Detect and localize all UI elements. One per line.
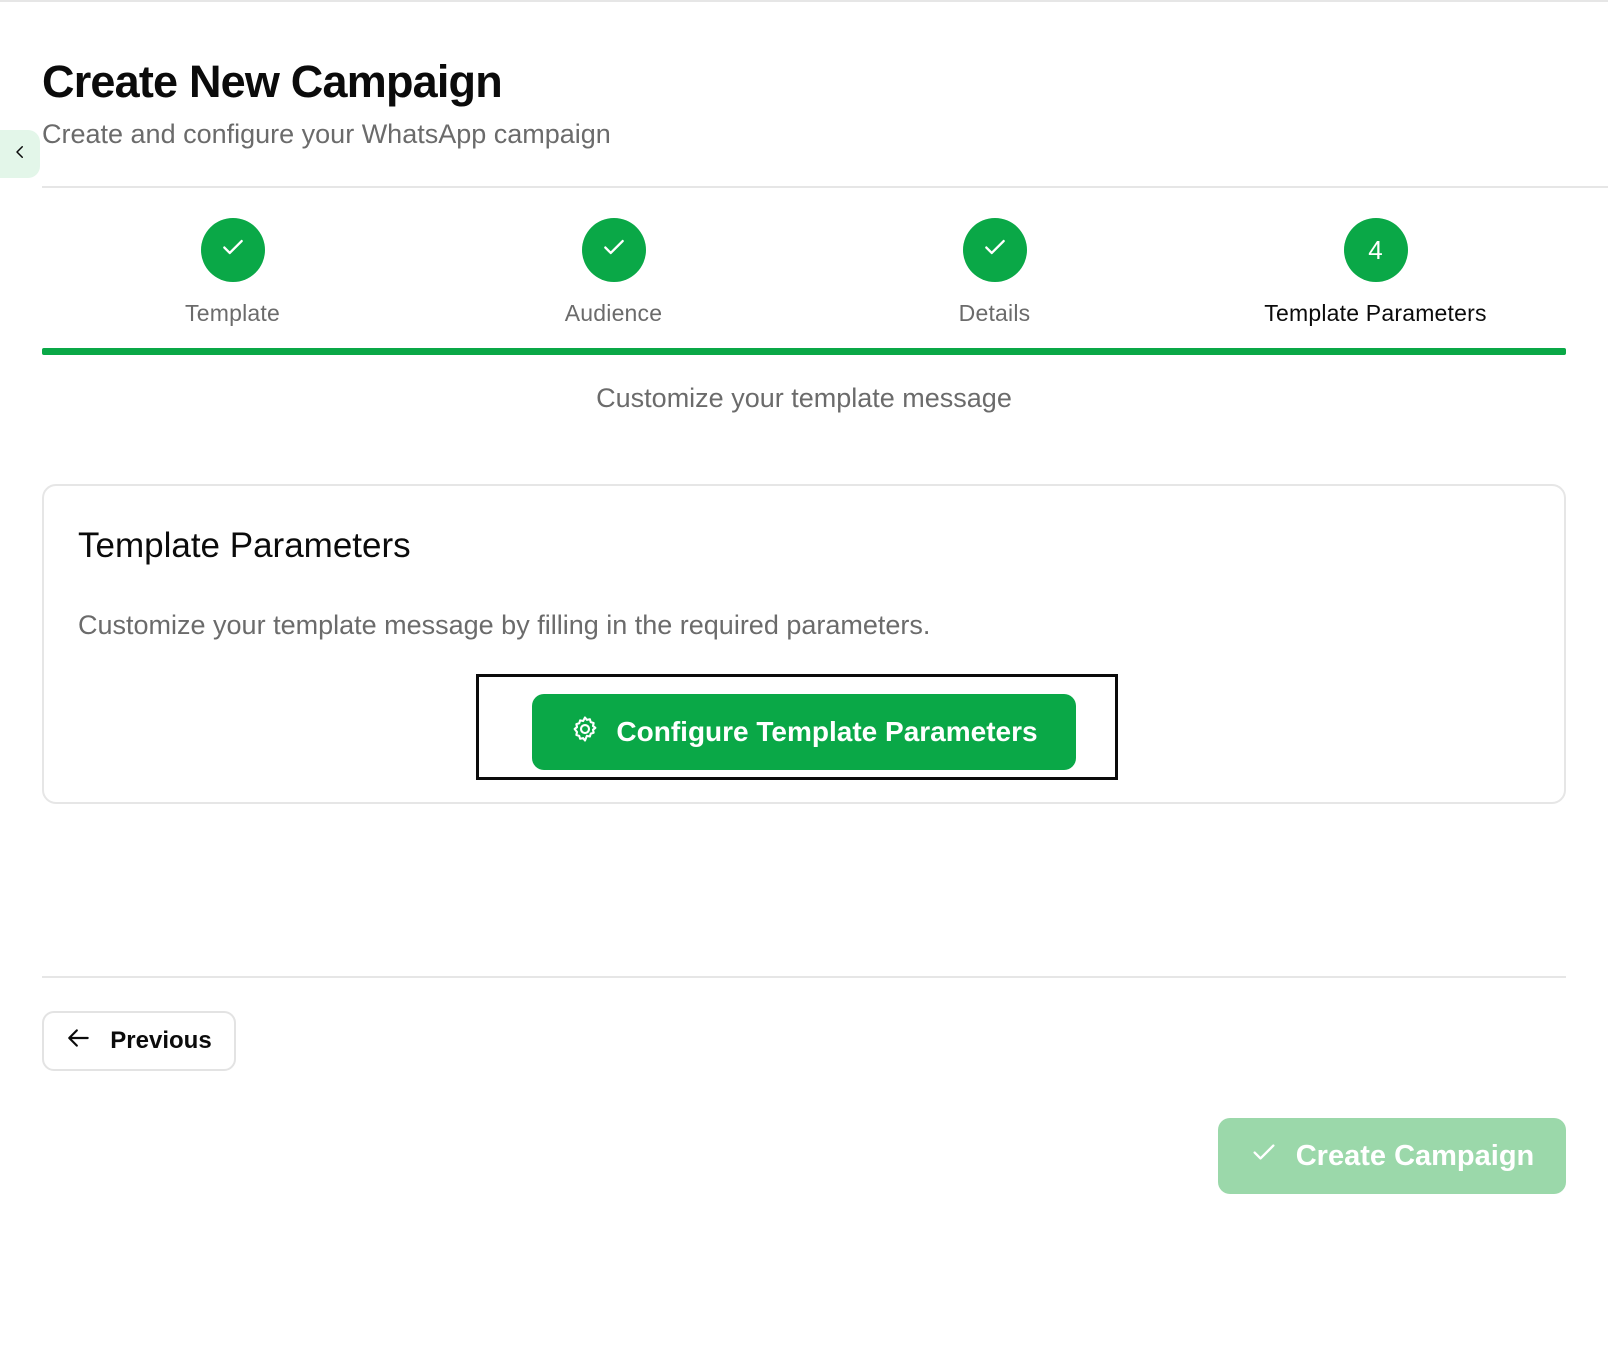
step-template-parameters[interactable]: 4 Template Parameters (1185, 218, 1566, 327)
step-caption: Customize your template message (596, 383, 1012, 413)
step-label: Audience (564, 300, 663, 326)
step-audience[interactable]: Audience (423, 218, 804, 327)
top-divider (0, 0, 1608, 2)
header-divider (42, 186, 1608, 188)
step-details[interactable]: Details (804, 218, 1185, 327)
configure-template-parameters-button[interactable]: Configure Template Parameters (532, 694, 1076, 770)
create-campaign-label: Create Campaign (1295, 1139, 1535, 1172)
stepper-progress-fill (42, 348, 1566, 355)
configure-button-label: Configure Template Parameters (616, 716, 1038, 747)
sidebar-toggle[interactable] (0, 130, 40, 178)
check-icon (1250, 1138, 1278, 1174)
previous-button[interactable]: Previous (42, 1011, 236, 1071)
step-template[interactable]: Template (42, 218, 423, 327)
step-complete-indicator (581, 218, 646, 282)
template-parameters-card: Template Parameters Customize your templ… (42, 484, 1566, 804)
stepper-progress-track (42, 348, 1566, 355)
check-icon (220, 234, 246, 267)
step-complete-indicator (962, 218, 1027, 282)
create-campaign-button[interactable]: Create Campaign (1218, 1118, 1566, 1194)
page-title: Create New Campaign (42, 56, 503, 107)
footer-divider (42, 976, 1566, 978)
step-complete-indicator (200, 218, 265, 282)
gear-icon (570, 714, 600, 751)
card-title: Template Parameters (78, 526, 411, 565)
step-number-indicator: 4 (1343, 218, 1408, 282)
step-label: Template (185, 300, 280, 326)
chevron-left-icon (11, 143, 29, 166)
step-label: Template Parameters (1264, 300, 1487, 326)
page-subtitle: Create and configure your WhatsApp campa… (42, 119, 611, 149)
check-icon (601, 234, 627, 267)
arrow-left-icon (66, 1025, 92, 1058)
card-description: Customize your template message by filli… (78, 610, 931, 640)
stepper: Template Audience Details 4 Template Par… (42, 218, 1566, 358)
previous-button-label: Previous (110, 1027, 212, 1054)
check-icon (982, 234, 1008, 267)
campaign-wizard-page: Create New Campaign Create and configure… (0, 0, 1608, 1368)
step-label: Details (958, 300, 1031, 326)
